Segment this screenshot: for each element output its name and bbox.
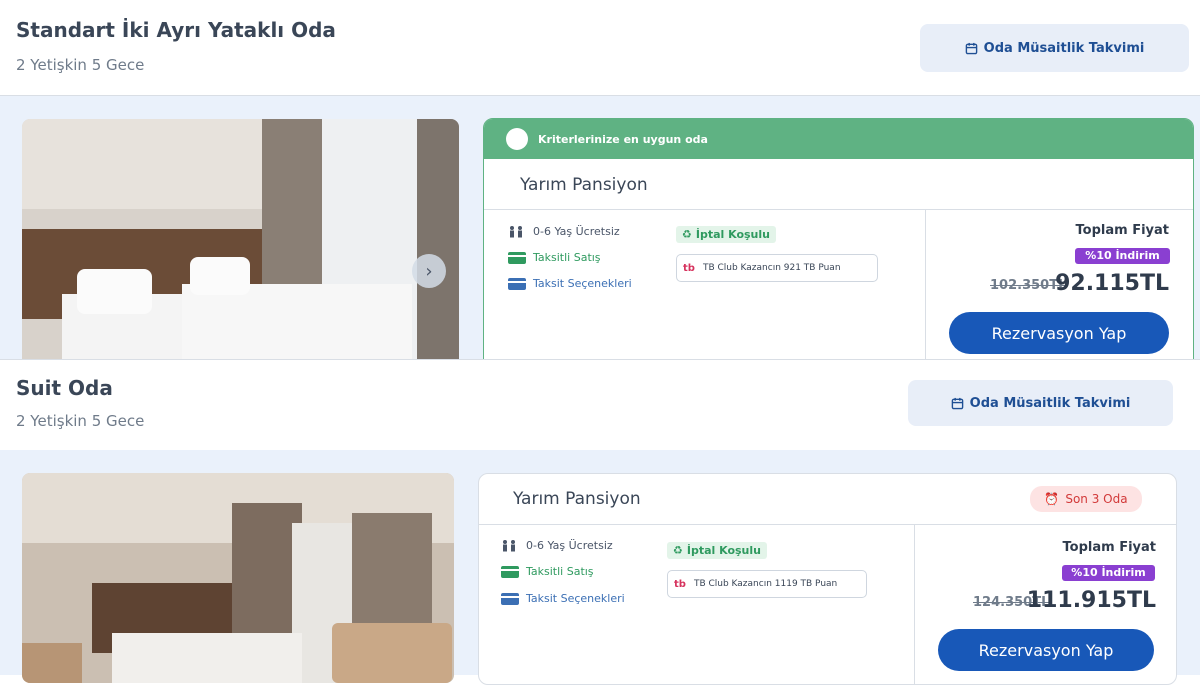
reserve-button[interactable]: Rezervasyon Yap — [938, 629, 1154, 671]
tb-club-text: TB Club Kazancın 921 TB Puan — [702, 263, 841, 273]
installment-options-label: Taksit Seçenekleri — [526, 592, 625, 605]
room-title: Standart İki Ayrı Yataklı Oda — [16, 18, 336, 42]
cancel-policy-label: İptal Koşulu — [686, 544, 761, 557]
check-circle-icon — [506, 128, 528, 150]
cancel-policy-label: İptal Koşulu — [695, 228, 770, 241]
kids-label: 0-6 Yaş Ücretsiz — [533, 225, 620, 238]
installment-label: Taksitli Satış — [533, 251, 601, 264]
room-body-2: Yarım Pansiyon ⏰ Son 3 Oda 0-6 Yaş Ücret… — [0, 450, 1200, 685]
calendar-icon — [965, 42, 977, 54]
calendar-button-label: Oda Müsaitlik Takvimi — [983, 40, 1145, 56]
divider — [925, 210, 926, 369]
availability-calendar-button[interactable]: Oda Müsaitlik Takvimi — [908, 380, 1173, 426]
room-body-1: › Kriterlerinize en uygun oda Yarım Pans… — [0, 96, 1200, 370]
calendar-button-label: Oda Müsaitlik Takvimi — [969, 395, 1131, 411]
divider — [914, 525, 915, 684]
installment-options-link[interactable]: Taksit Seçenekleri — [501, 592, 625, 605]
scarcity-label: Son 3 Oda — [1065, 492, 1128, 506]
tb-club-points: tb TB Club Kazancın 921 TB Puan — [676, 254, 878, 282]
credit-card-icon — [501, 565, 519, 578]
total-price-label: Toplam Fiyat — [1062, 540, 1156, 555]
credit-card-icon — [508, 277, 526, 290]
credit-card-icon — [508, 251, 526, 264]
divider — [484, 209, 1193, 210]
child-icon — [510, 225, 522, 237]
room-title: Suit Oda — [16, 376, 113, 400]
cancel-policy-badge[interactable]: ♻ İptal Koşulu — [667, 542, 767, 559]
room-photo — [22, 473, 454, 683]
calendar-icon — [951, 397, 963, 409]
current-price: 111.915TL — [1026, 588, 1156, 613]
kids-free-feature: 0-6 Yaş Ücretsiz — [508, 225, 620, 238]
offer-card: Yarım Pansiyon ⏰ Son 3 Oda 0-6 Yaş Ücret… — [478, 473, 1177, 685]
board-type: Yarım Pansiyon — [513, 489, 641, 509]
availability-calendar-button[interactable]: Oda Müsaitlik Takvimi — [920, 24, 1189, 72]
discount-badge: %10 İndirim — [1075, 248, 1170, 264]
tb-club-logo: tb — [674, 578, 686, 590]
cancel-policy-icon: ♻ — [682, 228, 692, 241]
installment-label: Taksitli Satış — [526, 565, 594, 578]
best-match-banner: Kriterlerinize en uygun oda — [484, 119, 1193, 159]
cancel-policy-badge[interactable]: ♻ İptal Koşulu — [676, 226, 776, 243]
next-photo-button[interactable]: › — [412, 254, 446, 288]
divider — [479, 524, 1176, 525]
child-icon — [503, 539, 515, 551]
room-photo — [22, 119, 459, 369]
installment-feature: Taksitli Satış — [508, 251, 601, 264]
cancel-policy-icon: ♻ — [673, 544, 683, 557]
room-header-2: Suit Oda 2 Yetişkin 5 Gece Oda Müsaitlik… — [0, 359, 1200, 451]
room-guests: 2 Yetişkin 5 Gece — [16, 56, 145, 74]
room-header-1: Standart İki Ayrı Yataklı Oda 2 Yetişkin… — [0, 0, 1200, 96]
discount-badge: %10 İndirim — [1062, 565, 1155, 581]
tb-club-points: tb TB Club Kazancın 1119 TB Puan — [667, 570, 867, 598]
scarcity-badge: ⏰ Son 3 Oda — [1030, 486, 1142, 512]
kids-free-feature: 0-6 Yaş Ücretsiz — [501, 539, 613, 552]
alarm-icon: ⏰ — [1044, 492, 1060, 506]
tb-club-logo: tb — [683, 262, 695, 274]
board-type: Yarım Pansiyon — [520, 175, 648, 195]
installment-options-link[interactable]: Taksit Seçenekleri — [508, 277, 632, 290]
total-price-label: Toplam Fiyat — [1075, 223, 1169, 238]
best-match-label: Kriterlerinize en uygun oda — [538, 132, 708, 146]
reserve-button[interactable]: Rezervasyon Yap — [949, 312, 1169, 354]
tb-club-text: TB Club Kazancın 1119 TB Puan — [693, 579, 838, 589]
offer-card: Kriterlerinize en uygun oda Yarım Pansiy… — [483, 118, 1194, 370]
current-price: 92.115TL — [1055, 271, 1169, 296]
chevron-right-icon: › — [425, 260, 433, 282]
room-guests: 2 Yetişkin 5 Gece — [16, 412, 145, 430]
installment-feature: Taksitli Satış — [501, 565, 594, 578]
kids-label: 0-6 Yaş Ücretsiz — [526, 539, 613, 552]
credit-card-icon — [501, 592, 519, 605]
installment-options-label: Taksit Seçenekleri — [533, 277, 632, 290]
